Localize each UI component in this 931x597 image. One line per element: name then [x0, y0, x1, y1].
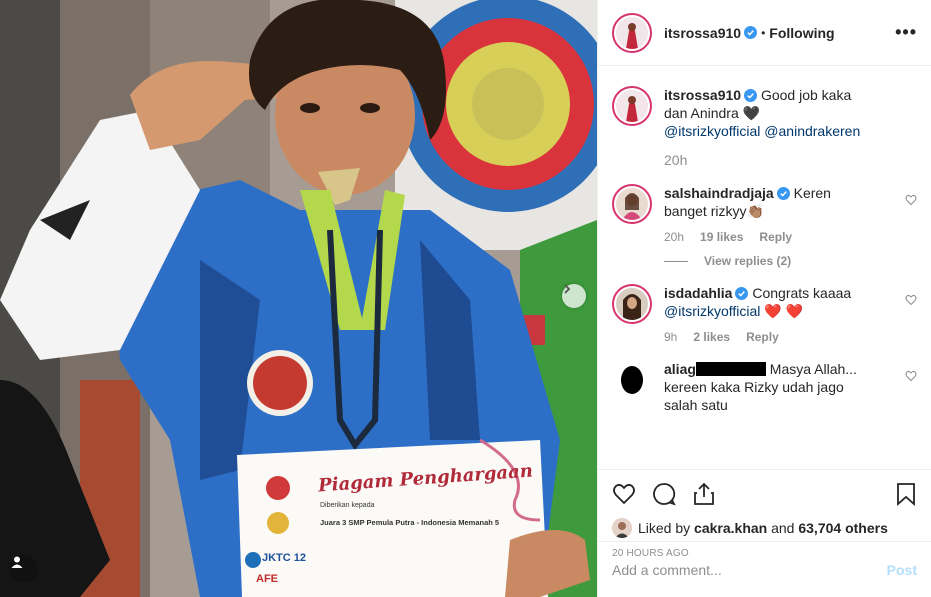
action-icons — [612, 480, 917, 508]
commenter-avatar[interactable] — [612, 184, 652, 224]
comment-username[interactable]: aliag — [664, 361, 696, 377]
comment-text: aliag Masya Allah... kereen kaka Rizky u… — [664, 360, 872, 414]
comment-meta: 9h 2 likes Reply — [664, 330, 872, 344]
liked-by: Liked by cakra.khan and 63,704 others — [612, 518, 917, 538]
verified-badge-icon — [744, 26, 758, 39]
share-icon[interactable] — [692, 482, 716, 506]
commenter-avatar-image — [621, 366, 643, 394]
certificate-award: Juara 3 SMP Pemula Putra - Indonesia Mem… — [320, 518, 500, 527]
reply-button[interactable]: Reply — [746, 330, 779, 344]
view-replies-button[interactable]: View replies (2) — [664, 254, 872, 268]
instagram-post: Piagam Penghargaan Diberikan kepada Juar… — [0, 0, 931, 597]
header-info: itsrossa910 • Following — [664, 25, 835, 41]
liked-by-count[interactable]: 63,704 others — [798, 520, 888, 536]
comment-meta: 20h 19 likes Reply — [664, 230, 872, 244]
post-side-panel: itsrossa910 • Following ••• itsrossa910 — [597, 0, 931, 597]
verified-badge-icon — [735, 287, 749, 300]
comment-body: Congrats kaaaa — [752, 285, 852, 301]
commenter-avatar-image — [616, 188, 648, 220]
caption: itsrossa910 Good job kaka dan Anindra 🖤 … — [612, 86, 917, 168]
author-avatar[interactable] — [612, 12, 652, 53]
reply-button[interactable]: Reply — [759, 230, 792, 244]
author-username[interactable]: itsrossa910 — [664, 25, 741, 41]
more-options-button[interactable]: ••• — [895, 22, 917, 43]
comment-input[interactable] — [612, 561, 887, 578]
mention-links[interactable]: @itsrizkyofficial @anindrakeren — [664, 123, 860, 139]
tagged-users-button[interactable] — [10, 555, 38, 583]
commenter-avatar[interactable] — [612, 86, 652, 126]
replies-divider — [664, 260, 688, 262]
like-comment-heart-icon[interactable] — [905, 294, 917, 306]
certificate-subtitle: Diberikan kepada — [320, 502, 375, 509]
post-header: itsrossa910 • Following ••• — [598, 0, 931, 66]
comment-time[interactable]: 20h — [664, 230, 684, 244]
like-comment-heart-icon[interactable] — [905, 370, 917, 382]
comment-text: salshaindradjaja Keren banget rizkyy👏🏽 — [664, 184, 872, 220]
verified-badge-icon — [776, 187, 790, 200]
comment-bubble-icon[interactable] — [652, 482, 676, 506]
redacted-block — [695, 362, 766, 376]
comment-username[interactable]: salshaindradjaja — [664, 185, 774, 201]
certificate-logo: JKTC 12 — [262, 552, 307, 564]
comment-composer: Post — [598, 541, 931, 597]
comment-time[interactable]: 20h — [664, 152, 872, 168]
post-photo[interactable]: Piagam Penghargaan Diberikan kepada Juar… — [0, 0, 597, 597]
author-avatar-image — [616, 16, 648, 49]
comment-likes[interactable]: 19 likes — [700, 230, 743, 244]
commenter-avatar-image — [616, 90, 648, 122]
liked-by-conj: and — [771, 520, 795, 536]
following-button[interactable]: Following — [769, 25, 834, 41]
mention-link[interactable]: @itsrizkyofficial — [664, 303, 760, 319]
commenter-avatar[interactable] — [612, 360, 652, 400]
commenter-avatar[interactable] — [612, 284, 652, 324]
caption-text: itsrossa910 Good job kaka dan Anindra 🖤 … — [664, 86, 872, 140]
comment-emoji: ❤️ ❤️ — [764, 303, 804, 319]
liker-avatar[interactable] — [612, 518, 632, 538]
liked-by-prefix: Liked by — [638, 520, 691, 536]
comment-item: isdadahlia Congrats kaaaa @itsrizkyoffic… — [612, 284, 917, 344]
comment-likes[interactable]: 2 likes — [693, 330, 730, 344]
liked-by-user[interactable]: cakra.khan — [694, 520, 767, 536]
comment-time[interactable]: 9h — [664, 330, 677, 344]
bookmark-icon[interactable] — [895, 482, 917, 506]
user-icon — [11, 556, 23, 568]
post-comment-button[interactable]: Post — [887, 562, 917, 578]
comment-item: aliag Masya Allah... kereen kaka Rizky u… — [612, 360, 917, 414]
view-replies-label: View replies (2) — [704, 254, 792, 268]
comment-item: salshaindradjaja Keren banget rizkyy👏🏽 2… — [612, 184, 917, 268]
certificate-logo-afe: AFE — [256, 573, 278, 585]
next-photo-button[interactable] — [562, 284, 586, 308]
comment-text: isdadahlia Congrats kaaaa @itsrizkyoffic… — [664, 284, 872, 320]
comments-list[interactable]: itsrossa910 Good job kaka dan Anindra 🖤 … — [598, 66, 931, 469]
comment-username[interactable]: isdadahlia — [664, 285, 732, 301]
like-comment-heart-icon[interactable] — [905, 194, 917, 206]
post-actions: Liked by cakra.khan and 63,704 others 20… — [598, 469, 931, 597]
photo-illustration — [0, 0, 597, 597]
liker-avatar-image — [612, 518, 632, 538]
chevron-right-icon — [564, 284, 571, 294]
commenter-avatar-image — [616, 288, 648, 320]
like-heart-icon[interactable] — [612, 482, 636, 506]
verified-badge-icon — [744, 89, 758, 102]
separator-dot: • — [761, 25, 766, 40]
comment-username[interactable]: itsrossa910 — [664, 87, 741, 103]
